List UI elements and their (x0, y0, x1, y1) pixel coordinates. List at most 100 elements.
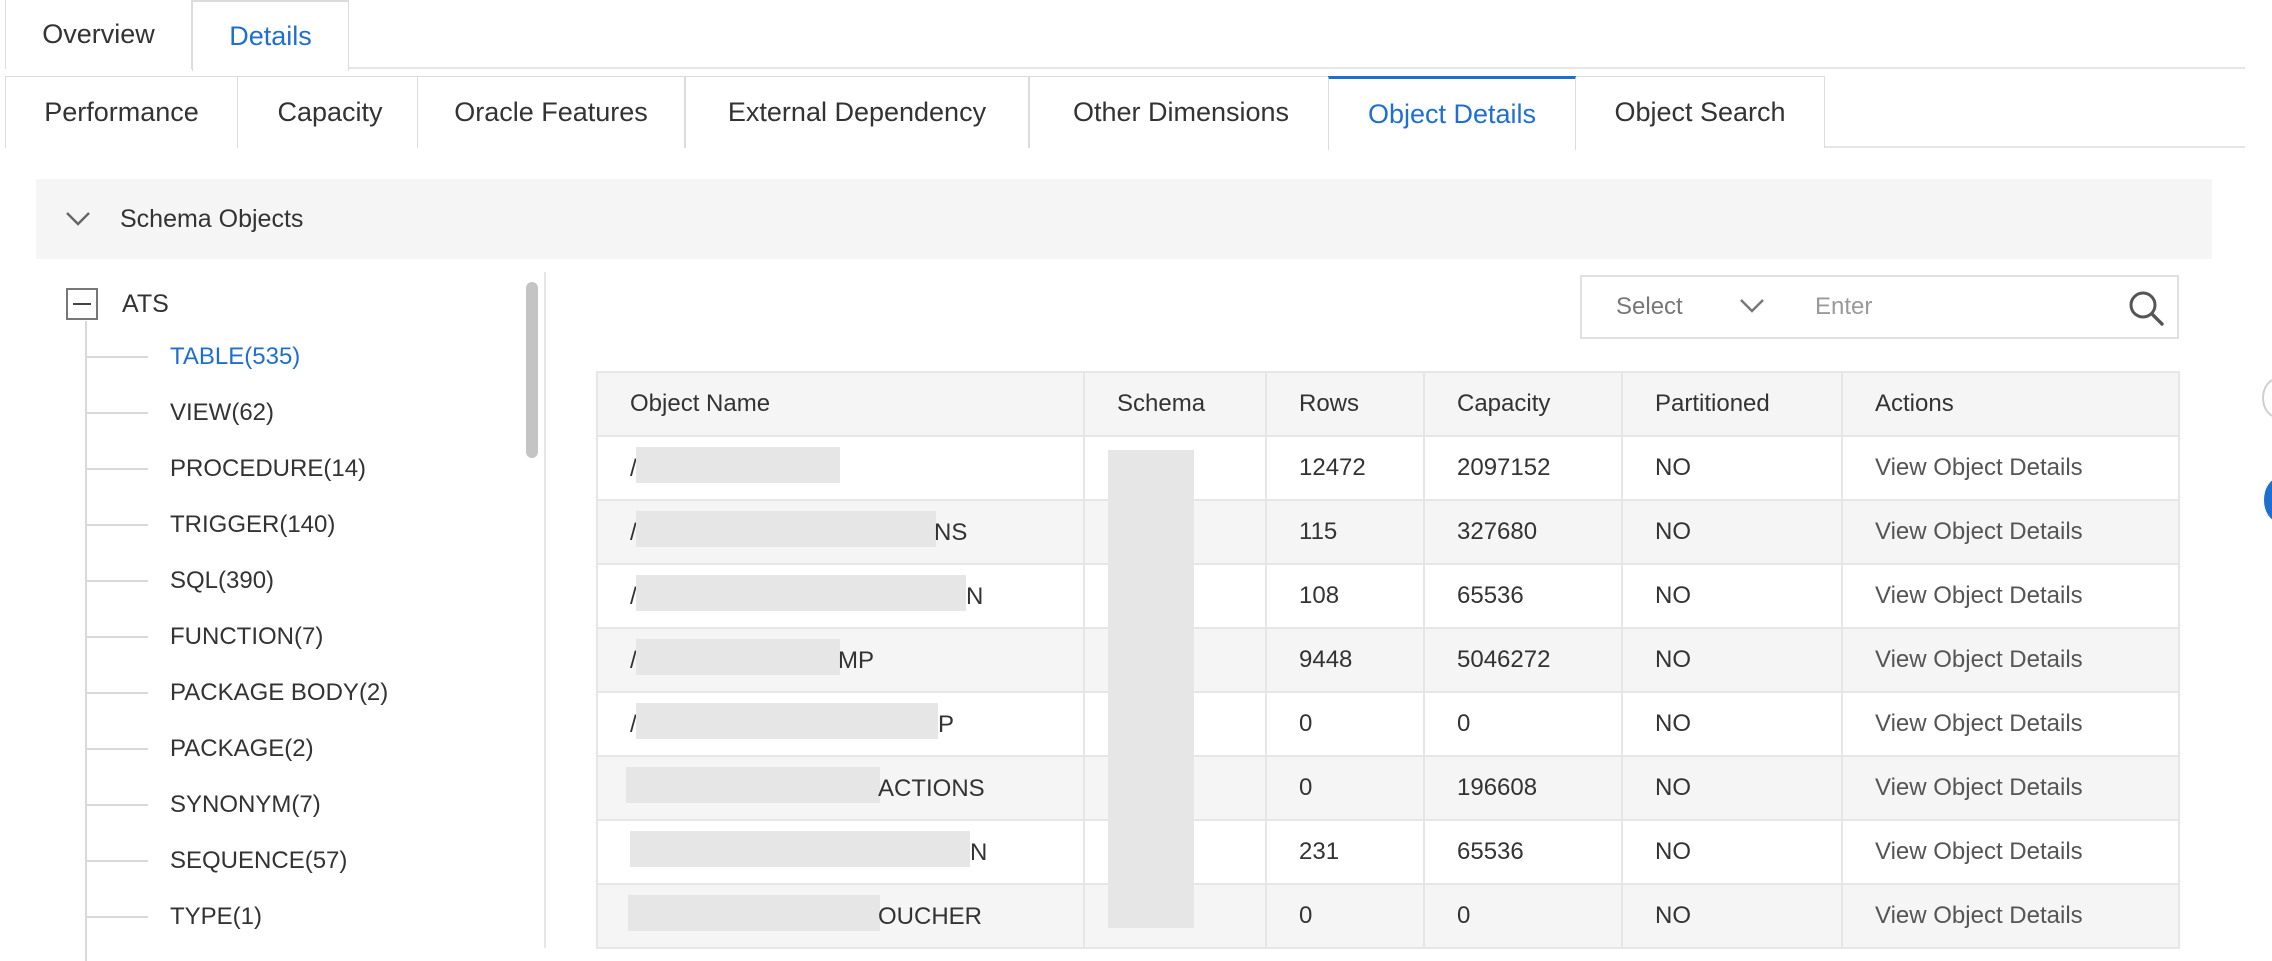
redacted-text (628, 895, 880, 931)
capacity-cell: 65536 (1425, 565, 1623, 627)
column-header-partitioned: Partitioned (1623, 373, 1843, 435)
column-header-actions: Actions (1875, 390, 1954, 417)
redacted-text (636, 575, 966, 611)
view-object-details-link[interactable]: View Object Details (1843, 885, 2178, 947)
search-input[interactable] (1781, 275, 2179, 339)
view-object-details-link[interactable]: View Object Details (1843, 437, 2178, 499)
partitioned-cell: NO (1623, 885, 1843, 947)
side-action-button[interactable] (2264, 478, 2272, 522)
tab-performance[interactable]: Performance (5, 76, 238, 148)
tree-item[interactable]: PACKAGE BODY(2) (86, 673, 388, 713)
tree-item[interactable]: TABLE(535) (86, 337, 300, 377)
tab-oracle-features[interactable]: Oracle Features (417, 76, 685, 148)
tree-item[interactable]: TRIGGER(140) (86, 505, 335, 545)
collapse-node-icon[interactable] (66, 288, 98, 320)
partitioned-cell: NO (1623, 629, 1843, 691)
table-row: N 231 65536 NO View Object Details (598, 821, 2178, 885)
object-name-suffix: OUCHER (878, 903, 983, 930)
view-object-details-link[interactable]: View Object Details (1843, 821, 2178, 883)
column-header-schema: Schema (1085, 373, 1267, 435)
table-row: / N 108 65536 NO View Object Details (598, 565, 2178, 629)
table-row: / 12472 2097152 NO View Object Details (598, 437, 2178, 501)
column-header-object-name: Object Name (598, 373, 1085, 435)
rows-cell: 115 (1267, 501, 1425, 563)
view-object-details-link[interactable]: View Object Details (1843, 565, 2178, 627)
object-name-cell: ACTIONS (598, 757, 1085, 819)
select-placeholder: Select (1616, 293, 1683, 320)
tab-overview[interactable]: Overview (5, 0, 192, 69)
tree-root-label: ATS (122, 289, 169, 318)
tree-item-label: PACKAGE BODY(2) (170, 679, 389, 706)
object-name-cell: / N (598, 565, 1085, 627)
tree-item-label: SYNONYM(7) (170, 791, 321, 818)
tree-item[interactable]: FUNCTION(7) (86, 617, 323, 657)
tree-connector (86, 804, 148, 806)
scrollbar-thumb[interactable] (526, 282, 538, 458)
tab-capacity[interactable]: Capacity (237, 76, 423, 148)
top-tab-bar: Overview Details (5, 0, 2245, 71)
tree-connector (86, 748, 148, 750)
object-name-cell: / NS (598, 501, 1085, 563)
object-name-suffix: MP (838, 647, 874, 674)
object-name-suffix: NS (934, 519, 968, 546)
tree-item[interactable]: SQL(390) (86, 561, 274, 601)
rows-cell: 108 (1267, 565, 1425, 627)
tab-object-details[interactable]: Object Details (1328, 76, 1576, 150)
tab-other-dimensions[interactable]: Other Dimensions (1029, 76, 1333, 148)
partitioned-cell: NO (1623, 693, 1843, 755)
tree-scrollbar[interactable] (518, 272, 546, 948)
table-header: Object Name Schema Rows Capacity Partiti… (598, 373, 2178, 437)
redacted-text (636, 703, 938, 739)
sub-tab-bar: Performance Capacity Oracle Features Ext… (5, 76, 2245, 150)
tab-external-dependency[interactable]: External Dependency (685, 76, 1029, 148)
tree-item[interactable]: PACKAGE(2) (86, 729, 314, 769)
tree-item-label: VIEW(62) (170, 399, 275, 426)
side-toggle-button[interactable] (2262, 378, 2272, 418)
object-name-cell: OUCHER (598, 885, 1085, 947)
rows-cell: 12472 (1267, 437, 1425, 499)
rows-cell: 0 (1267, 757, 1425, 819)
tree-item-label: PROCEDURE(14) (170, 455, 367, 482)
object-tree: ATS TABLE(535) VIEW(62) PROCEDURE(14) TRIGG… (36, 272, 546, 961)
partitioned-cell: NO (1623, 501, 1843, 563)
tree-item-label: TYPE(1) (170, 903, 263, 930)
tab-details[interactable]: Details (192, 0, 349, 71)
table-row: ACTIONS 0 196608 NO View Object Details (598, 757, 2178, 821)
chevron-down-icon (1740, 299, 1764, 313)
tree-item[interactable]: VIEW(62) (86, 393, 274, 433)
collapse-title: Schema Objects (120, 204, 304, 233)
tree-item[interactable]: PROCEDURE(14) (86, 449, 366, 489)
search-icon[interactable] (2126, 288, 2166, 328)
table-row: / MP 9448 5046272 NO View Object Details (598, 629, 2178, 693)
view-object-details-link[interactable]: View Object Details (1843, 629, 2178, 691)
table-row: / NS 115 327680 NO View Object Details (598, 501, 2178, 565)
tree-item[interactable]: SYNONYM(7) (86, 785, 321, 825)
redacted-text (636, 511, 936, 547)
tree-item-label: SEQUENCE(57) (170, 847, 348, 874)
capacity-cell: 0 (1425, 693, 1623, 755)
tree-connector (86, 524, 148, 526)
rows-cell: 9448 (1267, 629, 1425, 691)
view-object-details-link[interactable]: View Object Details (1843, 501, 2178, 563)
capacity-cell: 327680 (1425, 501, 1623, 563)
filter-select[interactable]: Select (1580, 275, 1783, 339)
redacted-text (626, 767, 880, 803)
capacity-cell: 5046272 (1425, 629, 1623, 691)
tab-object-search[interactable]: Object Search (1575, 76, 1825, 148)
tree-root[interactable]: ATS (66, 287, 169, 321)
tree-item-label: FUNCTION(7) (170, 623, 324, 650)
chevron-down-icon[interactable] (48, 211, 108, 227)
view-object-details-link[interactable]: View Object Details (1843, 693, 2178, 755)
schema-objects-collapse[interactable]: Schema Objects (36, 179, 2212, 259)
redacted-schema-column (1108, 450, 1194, 928)
tree-item[interactable]: SEQUENCE(57) (86, 841, 347, 881)
partitioned-cell: NO (1623, 565, 1843, 627)
table-row: / P 0 0 NO View Object Details (598, 693, 2178, 757)
view-object-details-link[interactable]: View Object Details (1843, 757, 2178, 819)
tree-item-label: SQL(390) (170, 567, 275, 594)
tree-connector (86, 636, 148, 638)
tree-item[interactable]: TYPE(1) (86, 897, 262, 937)
object-name-cell: / (598, 437, 1085, 499)
capacity-cell: 65536 (1425, 821, 1623, 883)
column-header-rows: Rows (1267, 373, 1425, 435)
